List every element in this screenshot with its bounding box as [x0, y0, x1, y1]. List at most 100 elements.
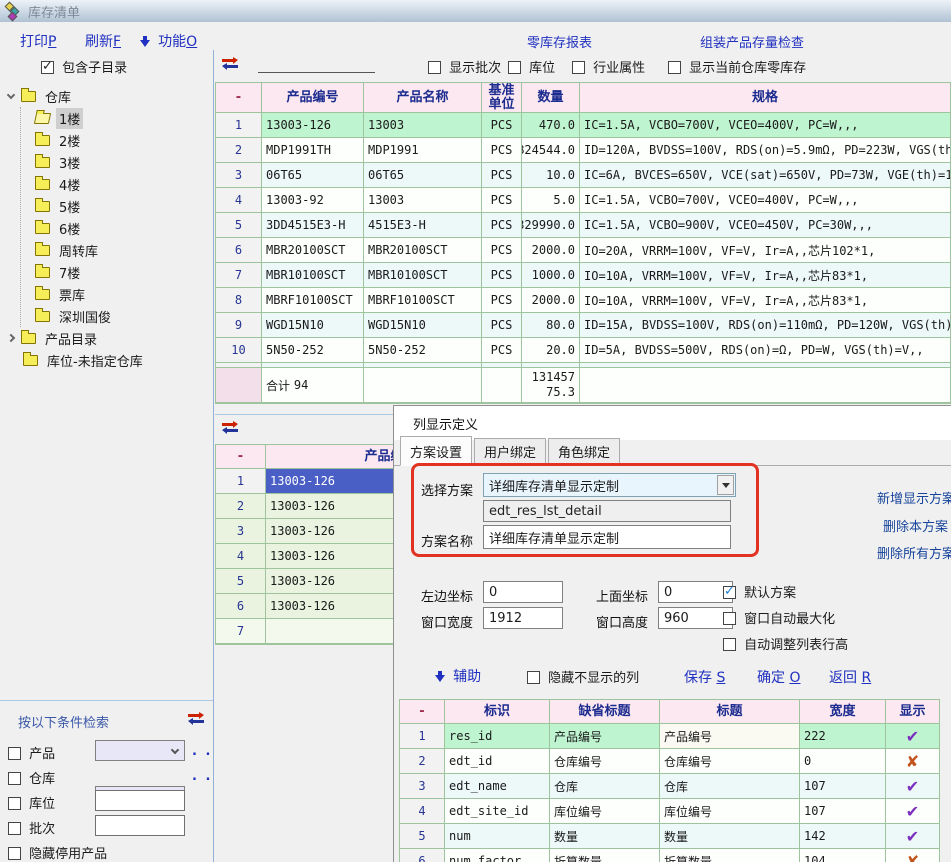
top-coord-input[interactable]: 0 — [658, 581, 733, 603]
left-coord-input[interactable]: 0 — [483, 581, 563, 603]
swap-icon[interactable] — [222, 421, 239, 438]
show-mark[interactable]: ✔ — [886, 824, 940, 849]
window-height-label: 窗口高度 — [596, 612, 648, 631]
tree-item-transit[interactable]: 周转库 — [21, 239, 211, 261]
tree-item-site-unassigned[interactable]: 库位-未指定仓库 — [6, 349, 211, 371]
search-panel-title: 按以下条件检索 — [18, 712, 109, 731]
show-mark[interactable]: ✔ — [886, 724, 940, 749]
search-site-input[interactable] — [95, 790, 185, 811]
inventory-table: - 产品编号 产品名称 基准单位 数量 规格 1 13003-126 13003… — [215, 82, 951, 404]
table-row[interactable]: 2 MDP1991TH MDP1991 PCS 824544.0 ID=120A… — [216, 138, 951, 163]
table-row[interactable]: 6 num_factor 折算数量 折算数量 104 ✘ — [400, 849, 940, 862]
search-batch-checkbox[interactable]: 批次 — [8, 818, 55, 837]
table-row[interactable]: 5 num 数量 数量 142 ✔ — [400, 824, 940, 849]
select-scheme-label: 选择方案 — [421, 480, 473, 499]
tab-user-binding[interactable]: 用户绑定 — [474, 438, 546, 465]
tree-item-floor2[interactable]: 2楼 — [21, 129, 211, 151]
table-row[interactable]: 7 MBR10100SCT MBR10100SCT PCS 1000.0 IO=… — [216, 263, 951, 288]
swap-icon[interactable] — [188, 712, 205, 729]
quick-search-input[interactable] — [258, 56, 375, 73]
checkbox-icon — [428, 61, 441, 74]
table-row[interactable]: 9 WGD15N10 WGD15N10 PCS 80.0 ID=15A, BVD… — [216, 313, 951, 338]
scheme-name-label: 方案名称 — [421, 531, 473, 550]
checkbox-icon — [508, 61, 521, 74]
column-display-dialog: 列显示定义 方案设置 用户绑定 角色绑定 选择方案 详细库存清单显示定制 edt… — [393, 405, 951, 862]
search-warehouse-checkbox[interactable]: 仓库 — [8, 768, 55, 787]
show-mark[interactable]: ✔ — [886, 774, 940, 799]
hide-disabled-checkbox[interactable]: 隐藏停用产品 — [8, 843, 107, 862]
table-row[interactable]: 3 06T65 06T65 PCS 10.0 IC=6A, BVCES=650V… — [216, 163, 951, 188]
tree-item-warehouse-root[interactable]: 仓库 — [6, 85, 211, 107]
function-menu-button[interactable]: 功能O — [140, 31, 197, 51]
delete-all-schemes-link[interactable]: 删除所有方案 — [877, 543, 951, 562]
folder-icon — [21, 91, 36, 102]
tree-item-floor1[interactable]: 1楼 — [21, 107, 211, 129]
assembly-stock-check-link[interactable]: 组装产品存量检查 — [700, 32, 804, 51]
swap-icon[interactable] — [222, 57, 239, 74]
chevron-down-icon[interactable] — [7, 90, 15, 98]
print-button[interactable]: 打印P — [20, 31, 56, 51]
tree-item-product-catalog[interactable]: 产品目录 — [6, 327, 211, 349]
add-scheme-link[interactable]: 新增显示方案 — [877, 488, 951, 507]
tree-item-floor6[interactable]: 6楼 — [21, 217, 211, 239]
tree-item-shenzhen[interactable]: 深圳国俊 — [21, 305, 211, 327]
search-product-checkbox[interactable]: 产品 — [8, 743, 55, 762]
hide-hidden-cols-checkbox[interactable]: 隐藏不显示的列 — [527, 667, 639, 686]
table-row[interactable]: 8 MBRF10100SCT MBRF10100SCT PCS 2000.0 I… — [216, 288, 951, 313]
delete-scheme-link[interactable]: 删除本方案 — [883, 516, 948, 535]
search-site-checkbox[interactable]: 库位 — [8, 793, 55, 812]
tab-role-binding[interactable]: 角色绑定 — [548, 438, 620, 465]
checkbox-icon — [572, 61, 585, 74]
tree-item-floor5[interactable]: 5楼 — [21, 195, 211, 217]
tree-item-floor4[interactable]: 4楼 — [21, 173, 211, 195]
search-panel-divider — [0, 700, 213, 701]
zero-stock-report-link[interactable]: 零库存报表 — [527, 32, 592, 51]
table-row[interactable]: 1 res_id 产品编号 产品编号 222 ✔ — [400, 724, 940, 749]
show-batch-checkbox[interactable]: 显示批次 — [428, 57, 501, 76]
auto-maximize-checkbox[interactable]: 窗口自动最大化 — [723, 608, 835, 627]
chevron-right-icon[interactable] — [7, 334, 15, 342]
aux-menu-button[interactable]: 辅助 — [435, 666, 481, 686]
search-product-select[interactable] — [95, 740, 185, 761]
industry-attr-checkbox[interactable]: 行业属性 — [572, 57, 645, 76]
search-warehouse-browse[interactable]: . . — [192, 769, 212, 784]
show-mark[interactable]: ✘ — [886, 749, 940, 774]
dropdown-button[interactable] — [717, 475, 734, 495]
table-row[interactable]: 3 edt_name 仓库 仓库 107 ✔ — [400, 774, 940, 799]
show-mark[interactable]: ✘ — [886, 849, 940, 862]
window-width-input[interactable]: 1912 — [483, 607, 563, 629]
folder-icon — [35, 179, 50, 190]
tab-scheme-settings[interactable]: 方案设置 — [400, 436, 472, 466]
warehouse-tree: 仓库 1楼 2楼 3楼 4楼 5楼 6楼 周转库 — [6, 85, 211, 371]
table-row[interactable]: 6 MBR20100SCT MBR20100SCT PCS 2000.0 IO=… — [216, 238, 951, 263]
ok-button[interactable]: 确定 O — [757, 667, 800, 687]
top-coord-label: 上面坐标 — [596, 586, 648, 605]
site-checkbox[interactable]: 库位 — [508, 57, 555, 76]
tree-item-floor7[interactable]: 7楼 — [21, 261, 211, 283]
table-row[interactable]: 4 edt_site_id 库位编号 库位编号 107 ✔ — [400, 799, 940, 824]
window-height-input[interactable]: 960 — [658, 607, 733, 629]
folder-icon — [35, 223, 50, 234]
checkbox-icon — [8, 847, 21, 860]
refresh-button[interactable]: 刷新F — [85, 31, 121, 51]
tree-item-floor3[interactable]: 3楼 — [21, 151, 211, 173]
search-product-browse[interactable]: . . — [192, 744, 212, 759]
table-row[interactable]: 5 3DD4515E3-H 4515E3-H PCS 329990.0 IC=1… — [216, 213, 951, 238]
default-scheme-checkbox[interactable]: 默认方案 — [723, 582, 796, 601]
save-button[interactable]: 保存 S — [684, 667, 725, 687]
include-subdir-checkbox[interactable]: 包含子目录 — [41, 57, 127, 76]
checkbox-icon — [723, 638, 736, 651]
scheme-name-input[interactable]: 详细库存清单显示定制 — [483, 525, 731, 549]
auto-row-height-checkbox[interactable]: 自动调整列表行高 — [723, 634, 848, 653]
table-row[interactable]: 10 5N50-252 5N50-252 PCS 20.0 ID=5A, BVD… — [216, 338, 951, 363]
search-batch-input[interactable] — [95, 815, 185, 836]
table-row[interactable]: 1 13003-126 13003 PCS 470.0 IC=1.5A, VCB… — [216, 113, 951, 138]
show-zero-current-checkbox[interactable]: 显示当前仓库零库存 — [668, 57, 806, 76]
table-row[interactable]: 2 edt_id 仓库编号 仓库编号 0 ✘ — [400, 749, 940, 774]
table-row[interactable]: 4 13003-92 13003 PCS 5.0 IC=1.5A, VCBO=7… — [216, 188, 951, 213]
back-button[interactable]: 返回 R — [829, 667, 871, 687]
tree-item-ticket[interactable]: 票库 — [21, 283, 211, 305]
show-mark[interactable]: ✔ — [886, 799, 940, 824]
checkbox-icon — [8, 797, 21, 810]
scheme-select[interactable]: 详细库存清单显示定制 — [483, 473, 736, 497]
